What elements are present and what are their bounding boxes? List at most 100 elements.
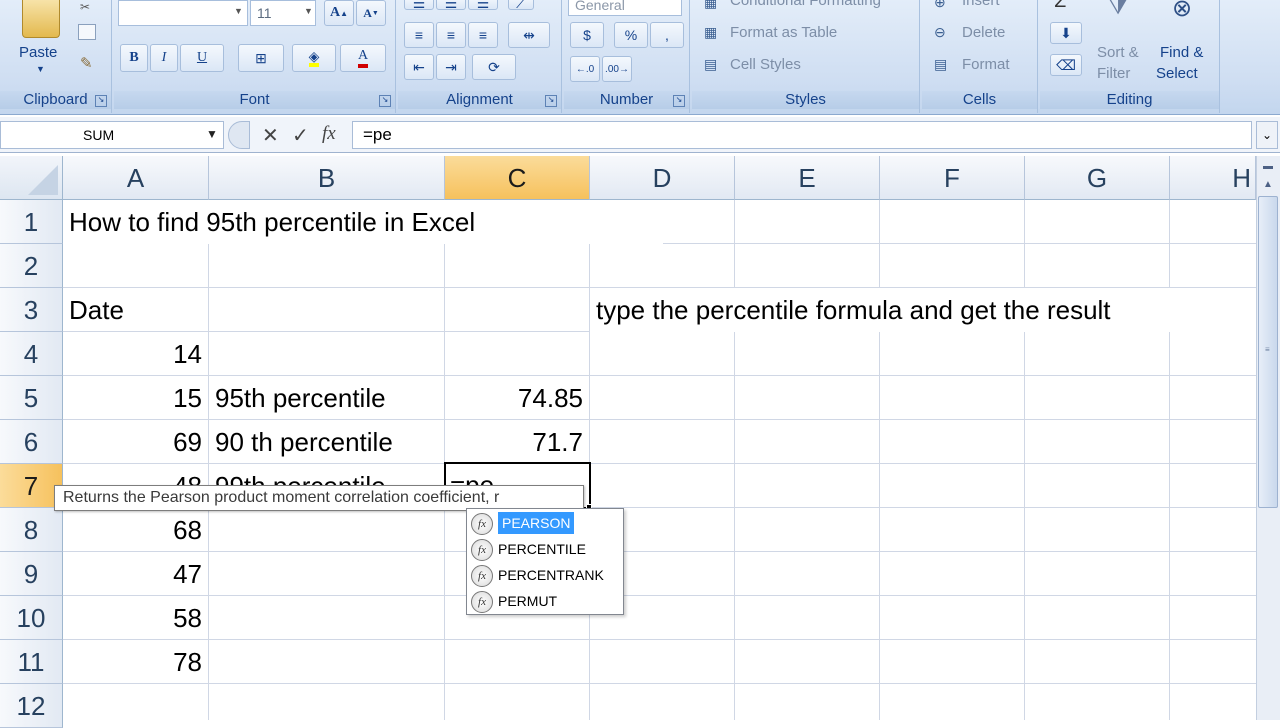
formula-bar-handle[interactable] xyxy=(228,121,250,149)
fill-icon[interactable]: ⬇ xyxy=(1050,22,1082,44)
fill-color-icon[interactable]: ◈ xyxy=(292,44,336,72)
underline-button[interactable]: U xyxy=(180,44,224,72)
insert-button[interactable]: Insert xyxy=(962,0,1000,9)
clear-icon[interactable]: ⌫ xyxy=(1050,54,1082,76)
cell-c5[interactable]: 74.85 xyxy=(445,376,590,420)
cell-a6[interactable]: 69 xyxy=(63,420,209,464)
format-painter-icon[interactable]: ✎ xyxy=(80,54,98,72)
row-header-4[interactable]: 4 xyxy=(0,332,63,376)
increase-decimal-icon[interactable]: ←.0 xyxy=(570,56,600,82)
increase-indent-icon[interactable]: ⇥ xyxy=(436,54,466,80)
autocomplete-item-pearson[interactable]: fx PEARSON xyxy=(471,511,621,536)
row-header-5[interactable]: 5 xyxy=(0,376,63,420)
sort-filter-button-line1[interactable]: Sort & xyxy=(1097,44,1139,61)
align-center-icon[interactable]: ≡ xyxy=(436,22,466,48)
row-header-11[interactable]: 11 xyxy=(0,640,63,684)
align-bottom-icon[interactable]: ☰ xyxy=(468,0,498,11)
decrease-decimal-icon[interactable]: .00→ xyxy=(602,56,632,82)
paste-dropdown-icon[interactable]: ▼ xyxy=(36,64,45,74)
row-header-12[interactable]: 12 xyxy=(0,684,63,728)
cell-c6[interactable]: 71.7 xyxy=(445,420,590,464)
insert-function-icon[interactable]: fx xyxy=(322,123,336,145)
scroll-split-icon[interactable]: ▬ xyxy=(1258,158,1278,176)
copy-icon[interactable] xyxy=(78,24,96,40)
column-header-a[interactable]: A xyxy=(63,156,209,200)
shrink-font-icon[interactable]: A ▼ xyxy=(356,0,386,26)
find-select-button-line1[interactable]: Find & xyxy=(1160,44,1203,61)
delete-icon[interactable]: ⊖ xyxy=(934,24,946,41)
row-header-1[interactable]: 1 xyxy=(0,200,63,244)
cell-a11[interactable]: 78 xyxy=(63,640,209,684)
font-name-dropdown-icon[interactable]: ▼ xyxy=(234,6,243,16)
cell-a4[interactable]: 14 xyxy=(63,332,209,376)
cut-icon[interactable]: ✂ xyxy=(80,0,96,14)
format-as-table-button[interactable]: Format as Table xyxy=(730,24,837,41)
binoculars-icon[interactable]: ⊗ xyxy=(1164,0,1200,30)
grow-font-icon[interactable]: A ▲ xyxy=(324,0,354,26)
paste-button[interactable]: Paste xyxy=(19,44,57,61)
number-format-combo[interactable]: General xyxy=(568,0,682,16)
italic-button[interactable]: I xyxy=(150,44,178,72)
row-header-6[interactable]: 6 xyxy=(0,420,63,464)
cell-styles-icon[interactable]: ▤ xyxy=(704,56,717,73)
column-header-c[interactable]: C xyxy=(445,156,590,200)
font-name-combo[interactable] xyxy=(118,0,248,26)
expand-formula-bar-icon[interactable]: ⌄ xyxy=(1256,121,1278,149)
column-header-g[interactable]: G xyxy=(1025,156,1170,200)
row-header-3[interactable]: 3 xyxy=(0,288,63,332)
comma-button[interactable]: , xyxy=(650,22,684,48)
name-box[interactable]: SUM xyxy=(0,121,224,149)
delete-button[interactable]: Delete xyxy=(962,24,1005,41)
format-as-table-icon[interactable]: ▦ xyxy=(704,24,717,41)
align-middle-icon[interactable]: ☰ xyxy=(436,0,466,11)
find-select-button-line2[interactable]: Select xyxy=(1156,65,1198,82)
row-header-9[interactable]: 9 xyxy=(0,552,63,596)
conditional-formatting-icon[interactable]: ▦ xyxy=(704,0,717,11)
number-launcher-icon[interactable]: ↘ xyxy=(673,95,685,107)
font-launcher-icon[interactable]: ↘ xyxy=(379,95,391,107)
align-right-icon[interactable]: ≡ xyxy=(468,22,498,48)
sort-filter-icon[interactable]: ⧩ xyxy=(1100,0,1136,30)
autocomplete-item-percentrank[interactable]: fx PERCENTRANK xyxy=(471,563,621,588)
row-header-2[interactable]: 2 xyxy=(0,244,63,288)
cell-a3[interactable]: Date xyxy=(63,288,209,332)
autosum-icon[interactable]: Σ xyxy=(1054,0,1066,13)
cell-b6[interactable]: 90 th percentile xyxy=(209,420,445,464)
cell-a1[interactable]: How to find 95th percentile in Excel xyxy=(63,200,663,244)
format-button[interactable]: Format xyxy=(962,56,1010,73)
enter-icon[interactable]: ✓ xyxy=(292,123,309,148)
column-header-b[interactable]: B xyxy=(209,156,445,200)
cell-b5[interactable]: 95th percentile xyxy=(209,376,445,420)
cell-a9[interactable]: 47 xyxy=(63,552,209,596)
autocomplete-item-permut[interactable]: fx PERMUT xyxy=(471,589,621,614)
formula-input[interactable]: =pe xyxy=(352,121,1252,149)
decrease-indent-icon[interactable]: ⇤ xyxy=(404,54,434,80)
select-all-button[interactable] xyxy=(0,156,63,200)
font-color-icon[interactable]: A xyxy=(340,44,386,72)
font-size-dropdown-icon[interactable]: ▼ xyxy=(304,6,313,16)
align-left-icon[interactable]: ≡ xyxy=(404,22,434,48)
worksheet-grid[interactable]: A B C D E F G H 1 2 3 4 5 6 7 8 9 10 11 … xyxy=(0,156,1256,728)
merge-center-icon[interactable]: ⇹ xyxy=(508,22,550,48)
paste-icon[interactable] xyxy=(22,0,60,38)
autocomplete-item-percentile[interactable]: fx PERCENTILE xyxy=(471,537,621,562)
borders-icon[interactable]: ⊞ xyxy=(238,44,284,72)
sort-filter-button-line2[interactable]: Filter xyxy=(1097,65,1130,82)
format-icon[interactable]: ▤ xyxy=(934,56,947,73)
column-header-h[interactable]: H xyxy=(1170,156,1256,200)
alignment-launcher-icon[interactable]: ↘ xyxy=(545,95,557,107)
cell-d3[interactable]: type the percentile formula and get the … xyxy=(590,288,1256,332)
orientation-icon[interactable]: ⟋ xyxy=(508,0,534,11)
currency-button[interactable]: $ xyxy=(570,22,604,48)
cell-a10[interactable]: 58 xyxy=(63,596,209,640)
cell-a8[interactable]: 68 xyxy=(63,508,209,552)
conditional-formatting-button[interactable]: Conditional Formatting xyxy=(730,0,881,9)
row-header-8[interactable]: 8 xyxy=(0,508,63,552)
insert-icon[interactable]: ⊕ xyxy=(934,0,946,11)
row-header-10[interactable]: 10 xyxy=(0,596,63,640)
align-top-icon[interactable]: ☰ xyxy=(404,0,434,11)
column-header-f[interactable]: F xyxy=(880,156,1025,200)
column-header-e[interactable]: E xyxy=(735,156,880,200)
cancel-icon[interactable]: ✕ xyxy=(262,123,279,148)
scroll-up-icon[interactable]: ▲ xyxy=(1258,176,1278,194)
